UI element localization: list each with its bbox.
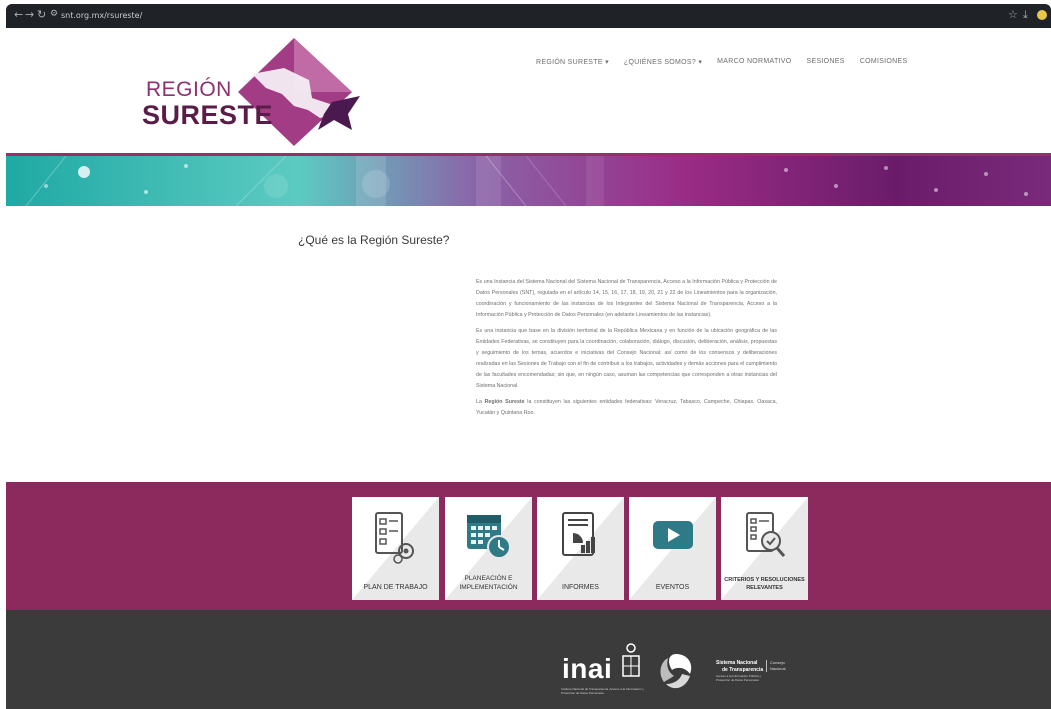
hero-banner [6, 153, 1051, 206]
tile-label-line1: CRITERIOS Y RESOLUCIONES [724, 577, 805, 583]
tile-label: INFORMES [562, 584, 599, 591]
logo-text-region: REGIÓN [146, 78, 232, 101]
calendar-clock-icon [467, 515, 511, 559]
snt-nacional: Nacional [770, 666, 786, 671]
p3-prefix: La [476, 399, 485, 405]
intro-paragraph-2: Es una instancia que base en la división… [476, 328, 777, 389]
p3-bold: Región Sureste [484, 399, 525, 405]
intro-paragraph-3: La Región Sureste la constituyen las sig… [476, 397, 777, 419]
main-navigation: REGIÓN SURESTE ▾ ¿QUIÉNES SOMOS? ▾ MARCO… [536, 58, 907, 66]
reload-icon[interactable]: ↻ [37, 8, 46, 21]
tile-label: EVENTOS [655, 584, 690, 591]
snt-line2: de Transparencia [722, 667, 764, 673]
inai-logo-subtitle: Instituto Nacional de Transparencia, Acc… [561, 687, 644, 695]
forward-icon[interactable]: → [25, 8, 34, 21]
snt-consejo: Consejo [770, 660, 785, 665]
work-plan-icon [375, 512, 414, 564]
tile-label: PLANEACIÓN E IMPLEMENTACIÓN [447, 574, 530, 592]
play-video-icon [653, 521, 693, 549]
bookmark-star-icon[interactable]: ☆ [1008, 8, 1018, 21]
back-icon[interactable]: ← [14, 8, 23, 21]
profile-avatar[interactable] [1037, 10, 1047, 20]
web-page: REGIÓN SURESTE REGIÓN SURESTE ▾ ¿QUIÉNES… [6, 28, 1051, 709]
region-sureste-logo[interactable]: REGIÓN SURESTE [134, 34, 364, 154]
tile-label-line2: IMPLEMENTACIÓN [459, 584, 518, 591]
inai-logo-icon [622, 643, 640, 677]
snt-logo[interactable]: Sistema Nacional de Transparencia Acceso… [656, 650, 786, 695]
site-info-icon[interactable]: ⚙ [50, 9, 58, 19]
quick-links-band: PLAN DE TRABAJO PLANEACIÓN E IMPLEMENTACI… [6, 482, 1051, 610]
tile-label: CRITERIOS Y RESOLUCIONES RELEVANTES [723, 576, 806, 592]
tile-plan-de-trabajo[interactable]: PLAN DE TRABAJO [352, 497, 439, 600]
banner-graphic [6, 156, 1051, 206]
page-title: ¿Qué es la Región Sureste? [298, 233, 450, 247]
nav-region-sureste[interactable]: REGIÓN SURESTE ▾ [536, 58, 609, 66]
intro-text: Es una Instancia del Sistema Nacional de… [476, 277, 777, 424]
site-footer: inai Instituto Nacional de Transparencia… [6, 610, 1051, 709]
tile-criterios[interactable]: CRITERIOS Y RESOLUCIONES RELEVANTES [721, 497, 808, 600]
nav-comisiones[interactable]: COMISIONES [860, 58, 908, 66]
browser-toolbar: ← → ↻ ⚙ snt.org.mx/rsureste/ ☆ ⤓ [6, 4, 1051, 28]
report-icon [562, 512, 595, 556]
tile-label-line2: RELEVANTES [746, 585, 783, 591]
inai-logo-text[interactable]: inai [562, 653, 612, 685]
intro-paragraph-1: Es una Instancia del Sistema Nacional de… [476, 279, 777, 318]
address-bar[interactable]: snt.org.mx/rsureste/ [61, 11, 142, 20]
nav-quienes-somos[interactable]: ¿QUIÉNES SOMOS? ▾ [624, 58, 702, 66]
nav-marco-normativo[interactable]: MARCO NORMATIVO [717, 58, 791, 66]
tile-eventos[interactable]: EVENTOS [629, 497, 716, 600]
snt-emblem-icon [660, 654, 692, 689]
snt-line1: Sistema Nacional [716, 660, 758, 666]
nav-sesiones[interactable]: SESIONES [807, 58, 845, 66]
snt-line3: Acceso a la Información Pública y Protec… [716, 674, 762, 682]
document-search-icon [746, 512, 786, 557]
snt-consejo-nacional: Consejo Nacional [766, 660, 786, 672]
tile-planeacion[interactable]: PLANEACIÓN E IMPLEMENTACIÓN [445, 497, 532, 600]
tile-label: PLAN DE TRABAJO [363, 584, 428, 591]
tile-label-line1: PLANEACIÓN E [464, 575, 513, 582]
tile-informes[interactable]: INFORMES [537, 497, 624, 600]
logo-text-sureste: SURESTE [142, 100, 274, 130]
download-icon[interactable]: ⤓ [1023, 8, 1028, 22]
